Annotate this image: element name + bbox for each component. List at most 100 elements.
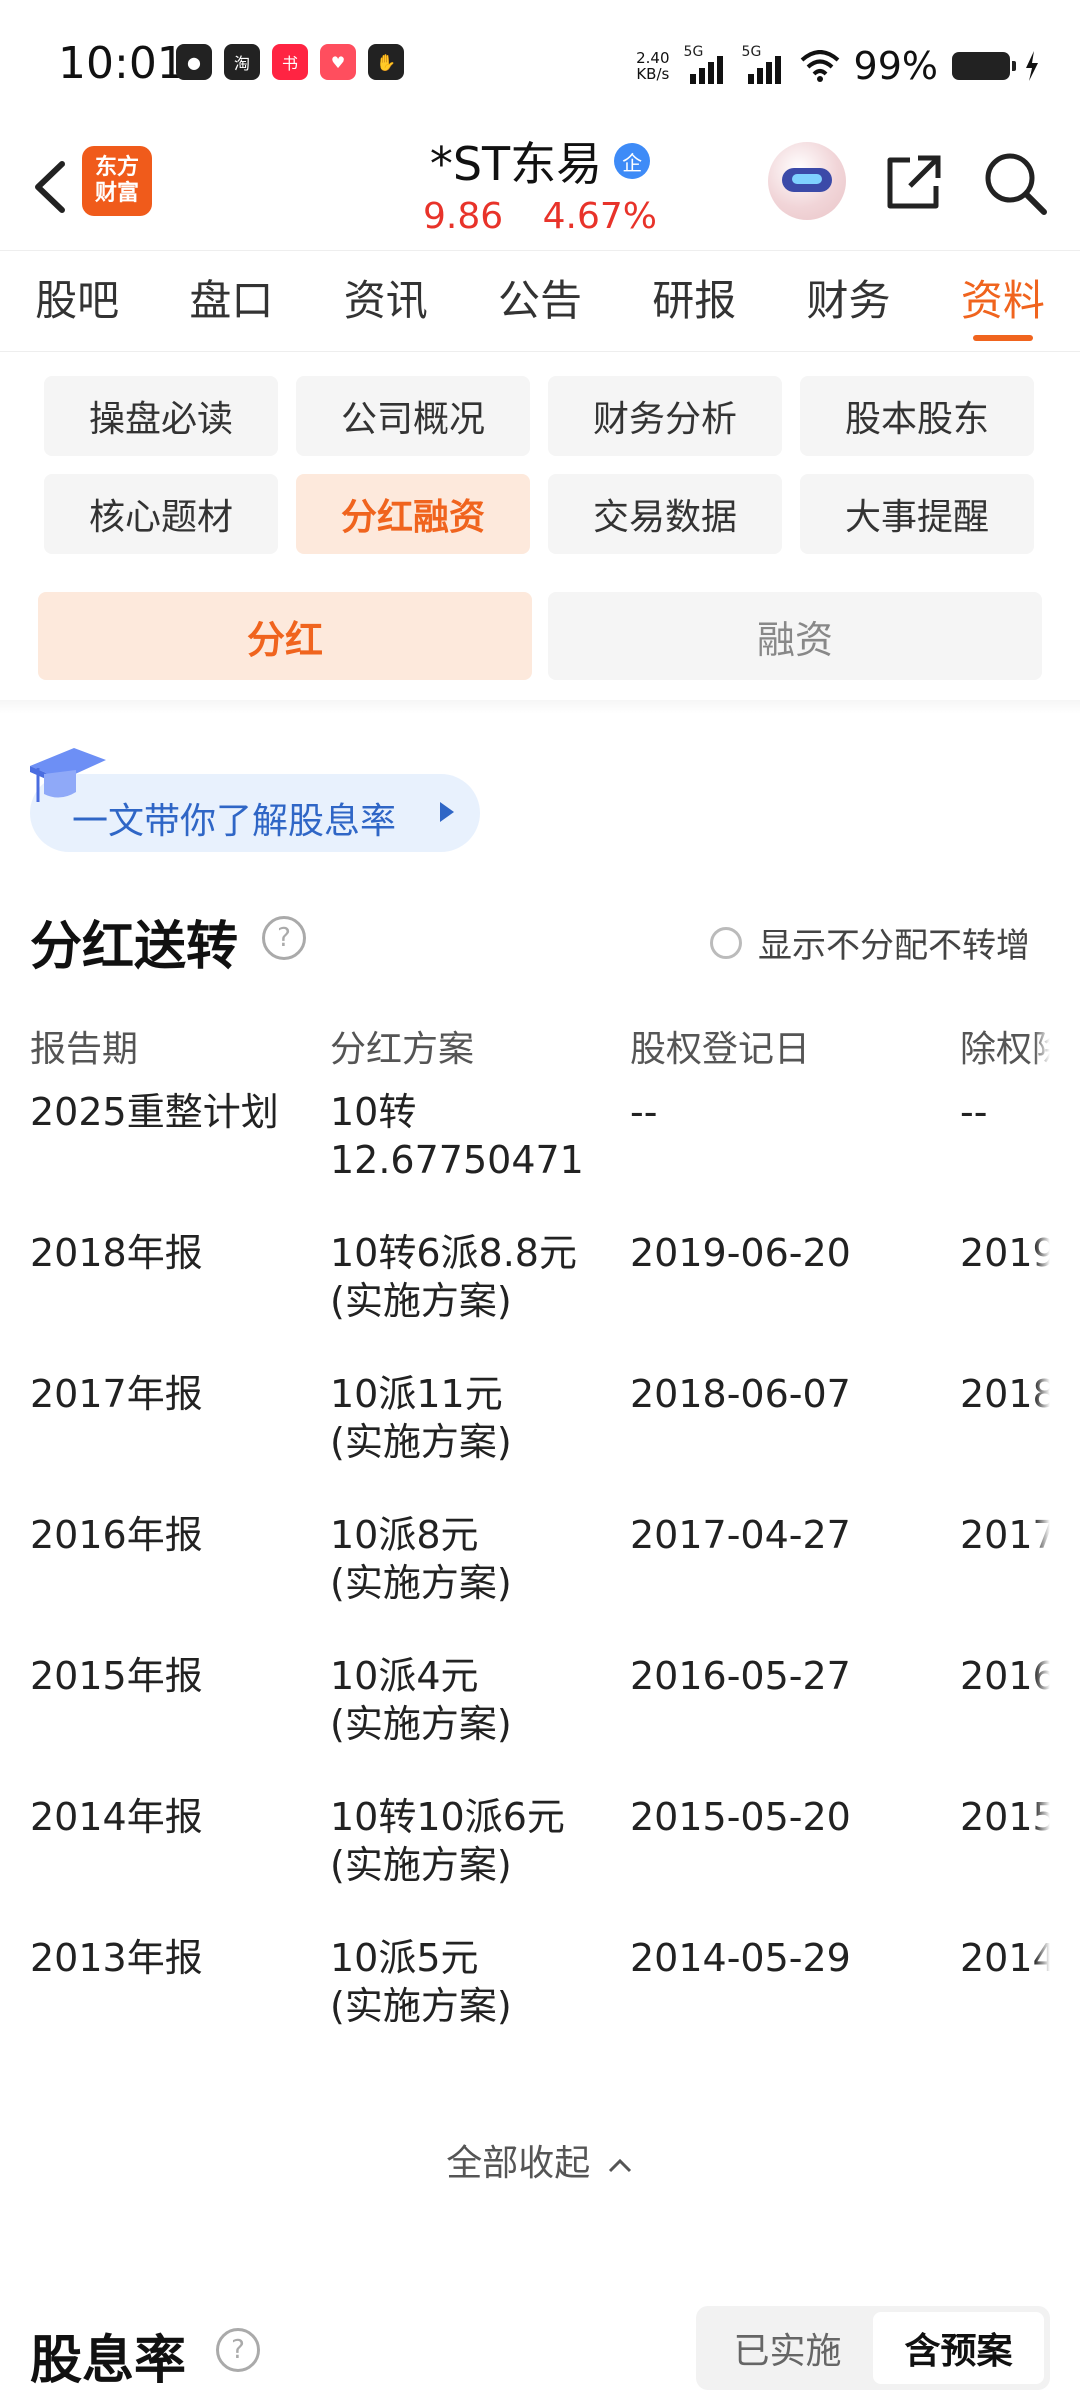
segment-dividend[interactable]: 分红 [38, 592, 532, 680]
stock-header: 东方 财富 *ST东易 企 9.86 4.67% [0, 132, 1080, 250]
cell-plan: 10转10派6元 (实施方案) [330, 1793, 565, 1889]
charging-icon [1026, 51, 1038, 81]
cell-plan: 10派5元 (实施方案) [330, 1934, 512, 2030]
battery-percent: 99% [853, 44, 938, 88]
help-icon-2[interactable]: ? [216, 2328, 260, 2372]
plan-line2: (实施方案) [330, 1984, 512, 2028]
tab-1[interactable]: 盘口 [154, 251, 308, 351]
plan-line1: 10派5元 [330, 1936, 479, 1980]
column-header: 分红方案 [330, 1029, 475, 1070]
status-right: 2.40 KB/s 5G 5G 99% [636, 44, 1040, 88]
segment-financing[interactable]: 融资 [548, 592, 1042, 680]
cell-period: 2013年报 [30, 1936, 203, 1980]
cell-period: 2017年报 [30, 1372, 203, 1416]
stock-name: *ST东易 企 [429, 128, 651, 194]
tab-4[interactable]: 研报 [617, 251, 771, 351]
table-row: 2013年报10派5元(实施方案)2014-05-292014-05-30 [30, 1928, 1050, 2069]
cell-plan: 10派11元 (实施方案) [330, 1370, 512, 1466]
enterprise-badge-icon: 企 [614, 143, 651, 179]
table-header: 报告期分红方案股权登记日除权除息日 [30, 1010, 1050, 1082]
column-header: 报告期 [30, 1029, 139, 1070]
collapse-all-button[interactable]: 全部收起 [0, 2134, 1080, 2186]
cell-period: 2016年报 [30, 1513, 203, 1557]
table-row: 2018年报10转6派8.8元(实施方案)2019-06-202019-06-2… [30, 1223, 1050, 1364]
cell-plan: 10派4元 (实施方案) [330, 1652, 512, 1748]
subnav-item[interactable]: 操盘必读 [44, 376, 278, 456]
chevron-up-icon [608, 2158, 631, 2173]
graduation-cap-icon [30, 748, 106, 802]
divider [0, 700, 1080, 714]
taobao-icon: 淘 [224, 44, 260, 80]
dividend-table: 报告期分红方案股权登记日除权除息日 2025重整计划10转12.67750471… [30, 1010, 1050, 2100]
sub-nav-grid: 操盘必读 公司概况 财务分析 股本股东核心题材 分红融资 交易数据 大事提醒 [44, 376, 1036, 554]
signal-icon: 5G [684, 44, 728, 84]
cell-period: 2025重整计划 [30, 1090, 279, 1134]
stock-price: 9.86 [423, 196, 504, 237]
cell-record-date: 2015-05-20 [630, 1795, 851, 1839]
subnav-item[interactable]: 股本股东 [800, 376, 1034, 456]
status-bar: 10:01 ● 淘书 ♥ ✋ 2.40 KB/s 5G 5G 99% [0, 0, 1080, 132]
notification-icons: ● 淘书 ♥ ✋ [176, 44, 404, 80]
table-row: 2017年报10派11元(实施方案)2018-06-072018-06-08 [30, 1364, 1050, 1505]
cell-record-date: -- [630, 1090, 658, 1134]
table-row: 2016年报10派8元(实施方案)2017-04-272017-04-28 [30, 1505, 1050, 1646]
tab-5[interactable]: 财务 [771, 251, 925, 351]
collapse-label: 全部收起 [446, 2143, 591, 2184]
subnav-item[interactable]: 交易数据 [548, 474, 782, 554]
search-icon[interactable] [980, 148, 1050, 218]
cell-record-date: 2014-05-29 [630, 1936, 851, 1980]
tab-6[interactable]: 资料 [926, 251, 1080, 351]
table-row: 2014年报10转10派6元(实施方案)2015-05-202015-05-21 [30, 1787, 1050, 1928]
tab-0[interactable]: 股吧 [0, 251, 154, 351]
help-icon[interactable]: ? [262, 916, 306, 960]
app-heart-icon: ♥ [320, 44, 356, 80]
wechat-icon: ● [176, 44, 212, 80]
cell-period: 2015年报 [30, 1654, 203, 1698]
plan-line1: 10转10派6元 [330, 1795, 565, 1839]
show-no-distribution-toggle[interactable]: 显示不分配不转增 [710, 918, 1030, 967]
net-speed-value: 2.40 [636, 49, 670, 67]
plan-line1: 10派4元 [330, 1654, 479, 1698]
cell-record-date: 2018-06-07 [630, 1372, 851, 1416]
main-tabs: 股吧 盘口 资讯 公告 研报 财务 资料 [0, 250, 1080, 352]
toggle-label: 显示不分配不转增 [758, 926, 1030, 966]
yield-type-switch: 已实施 含预案 [696, 2306, 1050, 2390]
plan-line2: (实施方案) [330, 1420, 512, 1464]
segment-implemented[interactable]: 已实施 [702, 2312, 873, 2384]
subnav-item[interactable]: 分红融资 [296, 474, 530, 554]
table-row: 2025重整计划 10转 12.67750471 -- -- [30, 1082, 1050, 1223]
share-icon[interactable] [880, 150, 946, 216]
signal-icon-2: 5G [742, 44, 786, 84]
column-header: 股权登记日 [630, 1029, 811, 1070]
xiaohongshu-icon: 书 [272, 44, 308, 80]
scroll-fade [1034, 1010, 1050, 2100]
handshake-icon: ✋ [368, 44, 404, 80]
subnav-item[interactable]: 财务分析 [548, 376, 782, 456]
plan-line2: 12.67750471 [330, 1138, 584, 1182]
plan-line2: (实施方案) [330, 1279, 512, 1323]
tab-2[interactable]: 资讯 [309, 251, 463, 351]
cell-plan: 10转 12.67750471 [330, 1088, 584, 1184]
cell-plan: 10转6派8.8元 (实施方案) [330, 1229, 577, 1325]
section-title: 分红送转 [30, 917, 239, 977]
subnav-item[interactable]: 核心题材 [44, 474, 278, 554]
cell-record-date: 2017-04-27 [630, 1513, 851, 1557]
promo-text: 一文带你了解股息率 [72, 801, 397, 842]
radio-icon[interactable] [710, 926, 742, 959]
tab-3[interactable]: 公告 [463, 251, 617, 351]
subnav-item[interactable]: 公司概况 [296, 376, 530, 456]
stock-name-text: *ST东易 [429, 137, 603, 191]
table-body: 2025重整计划 10转 12.67750471 -- -- 2018年报 10转6派8.8… [30, 1082, 1050, 2069]
plan-line1: 10派11元 [330, 1372, 503, 1416]
plan-line2: (实施方案) [330, 1561, 512, 1605]
battery-icon [952, 52, 1016, 80]
plan-line1: 10派8元 [330, 1513, 479, 1557]
net-speed: 2.40 KB/s [636, 50, 669, 82]
plan-line1: 10转 [330, 1090, 417, 1134]
cell-plan: 10派8元 (实施方案) [330, 1511, 512, 1607]
segment-with-proposal[interactable]: 含预案 [873, 2312, 1044, 2384]
section2-title: 股息率 [30, 2331, 187, 2391]
subnav-item[interactable]: 大事提醒 [800, 474, 1034, 554]
assistant-robot-icon[interactable] [768, 142, 846, 220]
cell-period: 2014年报 [30, 1795, 203, 1839]
